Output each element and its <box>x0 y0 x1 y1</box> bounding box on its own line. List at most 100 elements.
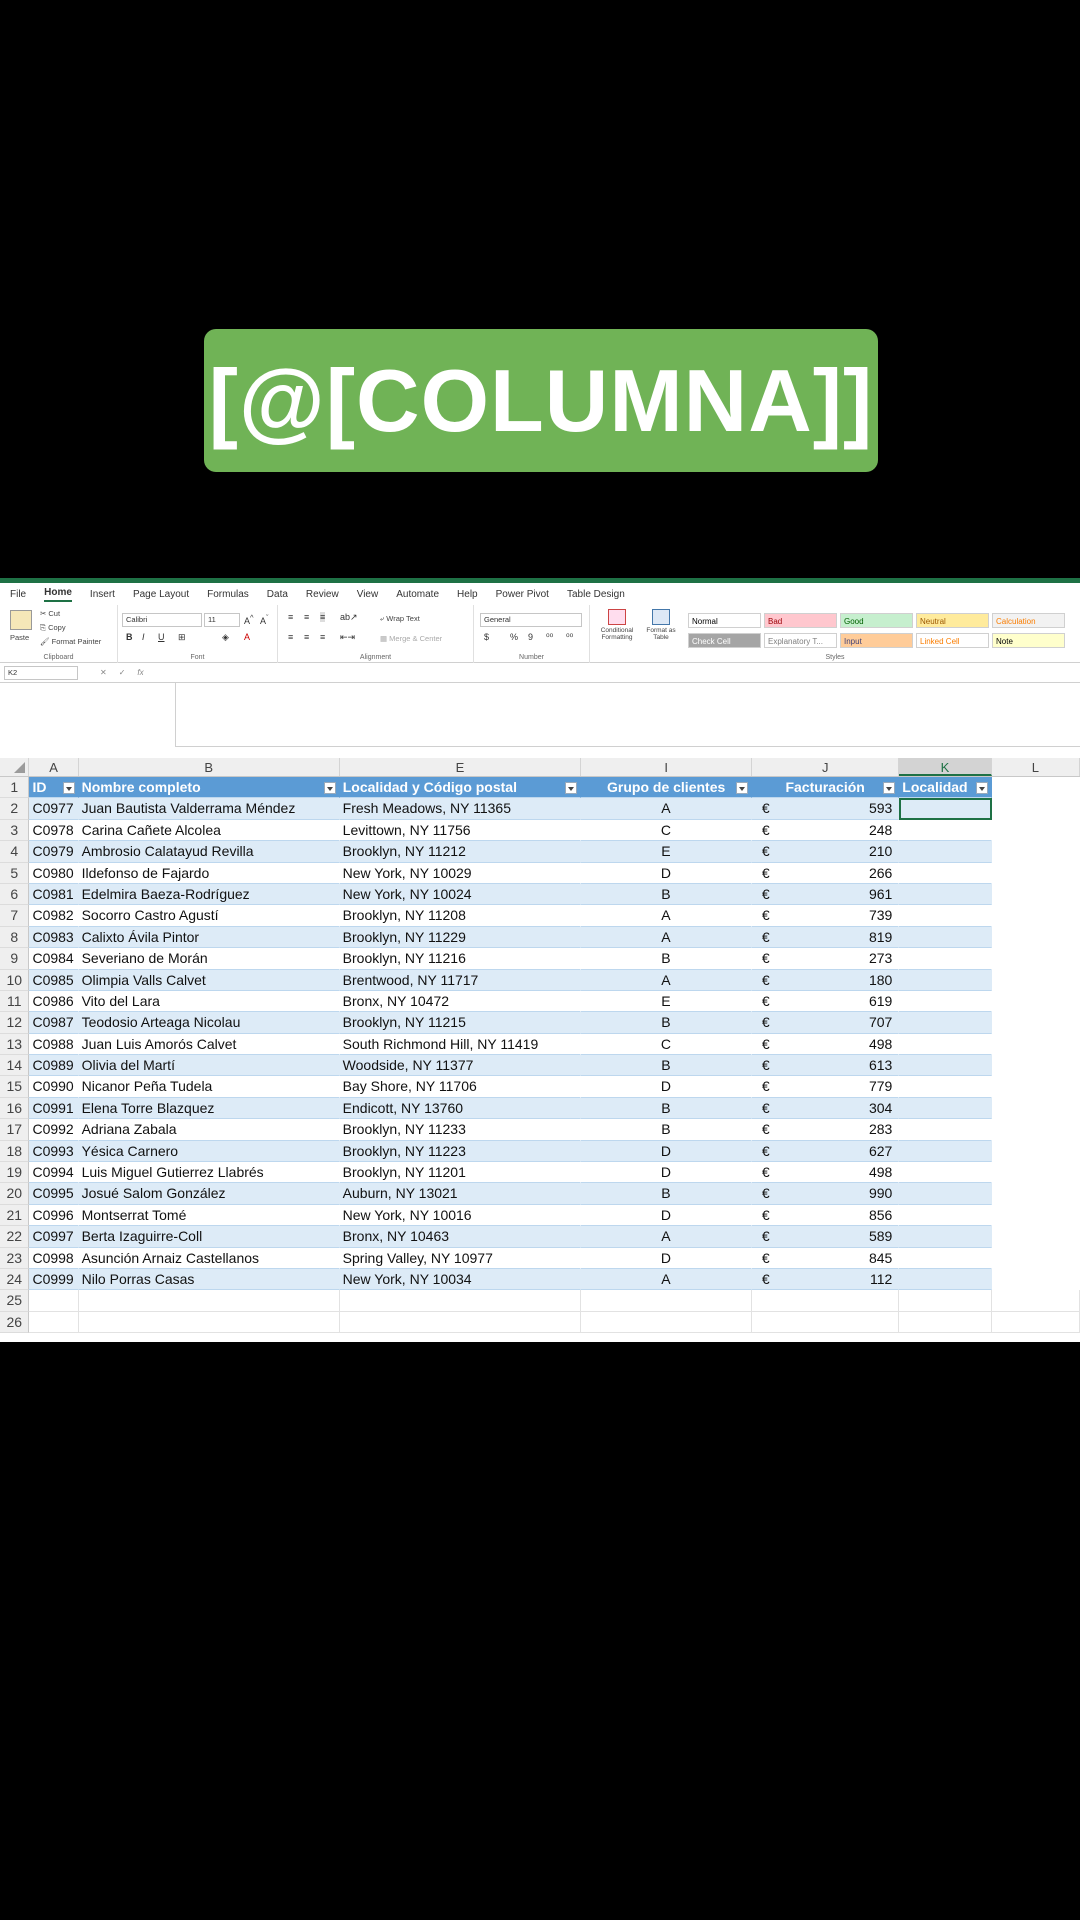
row-number[interactable]: 14 <box>0 1055 30 1077</box>
group-cell[interactable]: B <box>581 883 752 906</box>
location-cell[interactable]: Brooklyn, NY 11233 <box>339 1119 582 1141</box>
id-cell[interactable]: C0993 <box>29 1140 79 1163</box>
name-box[interactable]: K2 <box>4 665 78 680</box>
row-number[interactable]: 26 <box>0 1311 30 1334</box>
cell-empty[interactable] <box>991 1140 1080 1163</box>
cell-empty[interactable] <box>991 883 1080 906</box>
row-number[interactable]: 21 <box>0 1204 30 1227</box>
id-cell[interactable]: C0995 <box>29 1183 79 1205</box>
cell-empty[interactable] <box>991 1290 1080 1312</box>
row-number[interactable]: 3 <box>0 819 30 842</box>
column-header-a[interactable]: A <box>29 758 79 776</box>
billing-cell[interactable]: €593 <box>751 798 900 820</box>
group-cell[interactable]: D <box>581 1162 752 1184</box>
tab-data[interactable]: Data <box>267 589 288 600</box>
location-cell[interactable]: Endicott, NY 13760 <box>339 1097 582 1120</box>
row-number[interactable]: 6 <box>0 883 30 906</box>
id-cell[interactable]: C0989 <box>29 1055 79 1077</box>
location-cell[interactable]: Brooklyn, NY 11216 <box>339 948 582 970</box>
location-cell[interactable]: Brooklyn, NY 11215 <box>339 1012 582 1034</box>
row-number[interactable]: 17 <box>0 1119 30 1141</box>
billing-cell[interactable]: €210 <box>751 841 900 863</box>
cell-empty[interactable] <box>991 905 1080 927</box>
localidad-cell[interactable] <box>899 926 992 949</box>
increase-decimal-icon[interactable]: ⁰⁰ <box>546 632 553 643</box>
tab-help[interactable]: Help <box>457 589 478 600</box>
group-cell[interactable]: A <box>581 905 752 927</box>
localidad-cell[interactable] <box>899 883 992 906</box>
column-header-k[interactable]: K <box>899 758 992 776</box>
cell-empty[interactable] <box>991 948 1080 970</box>
name-cell[interactable]: Josué Salom González <box>78 1183 340 1205</box>
group-cell[interactable]: E <box>581 990 752 1013</box>
cell-style-good[interactable]: Good <box>840 613 913 628</box>
align-top-icon[interactable]: ≡ <box>288 612 293 622</box>
billing-cell[interactable]: €819 <box>751 926 900 949</box>
location-cell[interactable]: Brooklyn, NY 11229 <box>339 926 582 949</box>
decrease-decimal-icon[interactable]: ⁰⁰ <box>566 632 573 643</box>
row-number[interactable]: 9 <box>0 948 30 970</box>
underline-icon[interactable]: U <box>158 632 165 642</box>
id-cell[interactable]: C0996 <box>29 1204 79 1227</box>
filter-dropdown-icon[interactable] <box>323 782 336 794</box>
billing-cell[interactable]: €961 <box>751 883 900 906</box>
id-cell[interactable]: C0992 <box>29 1119 79 1141</box>
header-cell[interactable]: Localidad <box>899 777 992 799</box>
id-cell[interactable]: C0985 <box>29 969 79 991</box>
header-cell[interactable]: Facturación <box>752 777 900 799</box>
billing-cell[interactable]: €304 <box>751 1097 900 1120</box>
group-cell[interactable]: B <box>581 948 752 970</box>
format-as-table-button[interactable]: Format as Table <box>642 627 680 641</box>
group-cell[interactable]: A <box>581 798 752 820</box>
name-cell[interactable]: Ambrosio Calatayud Revilla <box>78 841 340 863</box>
cell-empty[interactable] <box>991 1033 1080 1056</box>
copy-button[interactable]: ⎘ Copy <box>40 623 66 633</box>
tab-automate[interactable]: Automate <box>396 589 439 600</box>
cell-empty[interactable] <box>991 1226 1080 1248</box>
grow-font-icon[interactable]: A^ <box>244 613 254 626</box>
cell-style-neutral[interactable]: Neutral <box>916 613 989 628</box>
tab-view[interactable]: View <box>357 589 379 600</box>
row-number[interactable]: 11 <box>0 990 30 1013</box>
column-header-l[interactable]: L <box>992 758 1080 776</box>
align-middle-icon[interactable]: ≡ <box>304 612 309 622</box>
bold-icon[interactable]: B <box>126 632 133 642</box>
cell-style-calculation[interactable]: Calculation <box>992 613 1065 628</box>
localidad-cell[interactable] <box>899 1226 992 1248</box>
localidad-cell[interactable] <box>899 969 992 991</box>
cell-empty[interactable] <box>339 1290 582 1312</box>
font-name-select[interactable]: Calibri <box>122 613 202 627</box>
cell-empty[interactable] <box>991 1247 1080 1269</box>
italic-icon[interactable]: I <box>142 632 145 642</box>
borders-icon[interactable]: ⊞ <box>178 632 186 643</box>
header-cell[interactable]: Grupo de clientes <box>581 777 753 799</box>
cell-empty[interactable] <box>29 1290 79 1312</box>
tab-formulas[interactable]: Formulas <box>207 589 249 600</box>
billing-cell[interactable]: €619 <box>751 990 900 1013</box>
cut-button[interactable]: ✂ Cut <box>40 609 60 618</box>
merge-center-button[interactable]: ▦ Merge & Center <box>380 634 442 643</box>
group-cell[interactable]: D <box>581 1247 752 1269</box>
localidad-cell[interactable] <box>899 798 992 820</box>
billing-cell[interactable]: €739 <box>751 905 900 927</box>
location-cell[interactable]: New York, NY 10024 <box>339 883 582 906</box>
currency-icon[interactable]: $ <box>484 632 489 642</box>
id-cell[interactable]: C0984 <box>29 948 79 970</box>
location-cell[interactable]: Woodside, NY 11377 <box>339 1055 582 1077</box>
id-cell[interactable]: C0980 <box>29 862 79 884</box>
row-number[interactable]: 1 <box>0 777 30 799</box>
format-as-table-icon[interactable] <box>652 609 670 625</box>
paste-icon[interactable] <box>10 610 32 630</box>
tab-insert[interactable]: Insert <box>90 589 115 600</box>
location-cell[interactable]: Fresh Meadows, NY 11365 <box>339 798 582 820</box>
tab-file[interactable]: File <box>10 589 26 600</box>
group-cell[interactable]: D <box>581 862 752 884</box>
localidad-cell[interactable] <box>899 948 992 970</box>
row-number[interactable]: 22 <box>0 1226 30 1248</box>
id-cell[interactable]: C0977 <box>29 798 79 820</box>
name-cell[interactable]: Juan Luis Amorós Calvet <box>78 1033 340 1056</box>
format-painter-button[interactable]: 🖌 Format Painter <box>40 637 101 646</box>
cell-empty[interactable] <box>991 819 1080 842</box>
row-number[interactable]: 7 <box>0 905 30 927</box>
localidad-cell[interactable] <box>899 990 992 1013</box>
